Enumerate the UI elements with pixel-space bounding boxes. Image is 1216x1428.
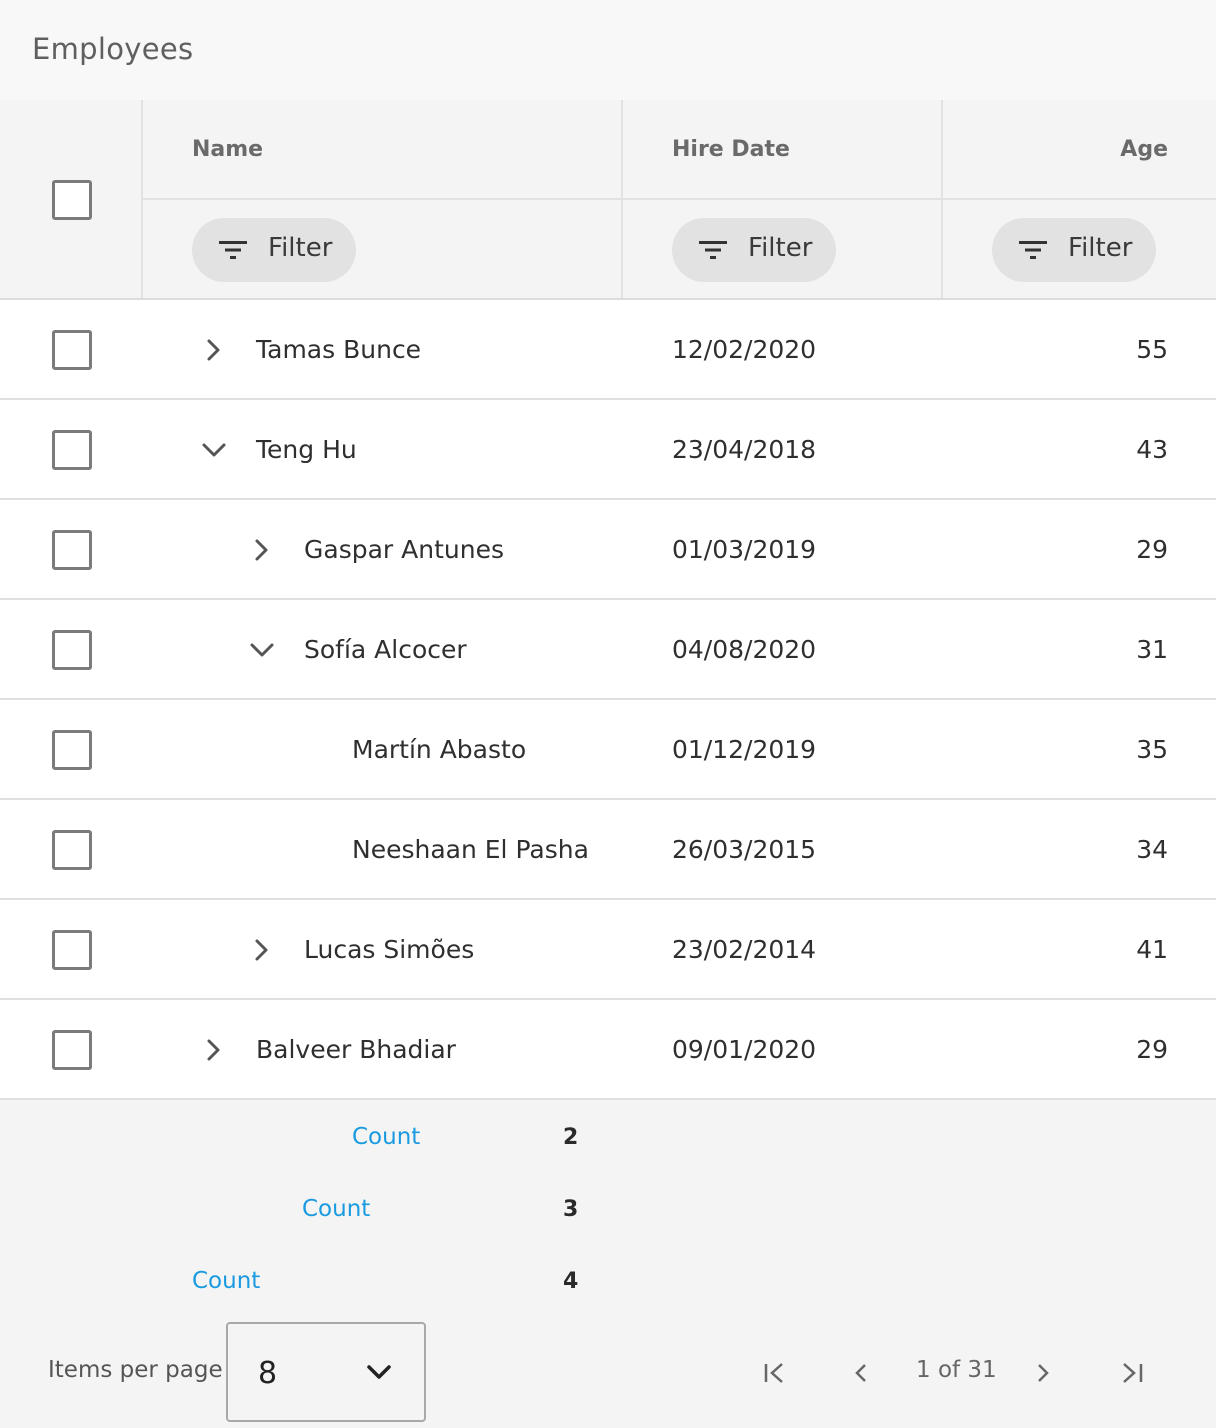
summary-count-label: Count <box>352 1124 421 1150</box>
items-per-page-label: Items per page <box>48 1357 223 1383</box>
cell-hire-date: 26/03/2015 <box>672 835 817 864</box>
chevron-down-icon <box>367 1365 391 1379</box>
column-header-hire-date: Hire Date Filter <box>623 100 943 298</box>
filter-label: Filter <box>748 233 813 263</box>
cell-name: Tamas Bunce <box>256 335 422 364</box>
chevron-down-icon[interactable] <box>248 636 276 664</box>
cell-name: Gaspar Antunes <box>304 535 504 564</box>
chevron-right-icon[interactable] <box>248 536 276 564</box>
filter-label: Filter <box>1068 233 1133 263</box>
cell-age: 34 <box>1136 835 1168 864</box>
grid-toolbar: Employees <box>0 0 1216 100</box>
cell-hire-date: 23/02/2014 <box>672 935 817 964</box>
filter-label: Filter <box>268 233 333 263</box>
first-page-icon[interactable] <box>760 1358 790 1388</box>
table-row[interactable]: Lucas Simões 23/02/2014 41 <box>0 900 1216 1000</box>
row-select-checkbox[interactable] <box>52 330 92 370</box>
items-per-page-value: 8 <box>258 1356 278 1391</box>
cell-age: 29 <box>1136 535 1168 564</box>
row-select-checkbox[interactable] <box>52 830 92 870</box>
cell-name: Neeshaan El Pasha <box>352 835 589 864</box>
row-select-checkbox[interactable] <box>52 630 92 670</box>
column-header-age: Age Filter <box>943 100 1216 298</box>
table-row[interactable]: Martín Abasto 01/12/2019 35 <box>0 700 1216 800</box>
chevron-right-icon[interactable] <box>200 336 228 364</box>
cell-age: 55 <box>1136 335 1168 364</box>
summary-area: Count 2 Count 3 Count 4 Items per page 8… <box>0 1100 1216 1428</box>
column-label-hire-date[interactable]: Hire Date <box>672 137 790 162</box>
table-row[interactable]: Sofía Alcocer 04/08/2020 31 <box>0 600 1216 700</box>
chevron-right-icon[interactable] <box>248 936 276 964</box>
cell-hire-date: 01/03/2019 <box>672 535 817 564</box>
summary-count-value: 2 <box>563 1125 579 1150</box>
filter-icon <box>699 241 727 259</box>
cell-name: Sofía Alcocer <box>304 635 467 664</box>
row-select-checkbox[interactable] <box>52 430 92 470</box>
column-label-name[interactable]: Name <box>192 137 263 162</box>
summary-count-value: 4 <box>563 1269 579 1294</box>
table-row[interactable]: Teng Hu 23/04/2018 43 <box>0 400 1216 500</box>
table-row[interactable]: Tamas Bunce 12/02/2020 55 <box>0 300 1216 400</box>
summary-count-label: Count <box>192 1268 261 1294</box>
cell-hire-date: 04/08/2020 <box>672 635 817 664</box>
column-label-age[interactable]: Age <box>1120 137 1168 162</box>
row-select-checkbox[interactable] <box>52 530 92 570</box>
row-select-checkbox[interactable] <box>52 730 92 770</box>
grid-body: Tamas Bunce 12/02/2020 55 Teng Hu 23/04/2018… <box>0 300 1216 1100</box>
cell-age: 43 <box>1136 435 1168 464</box>
cell-name: Lucas Simões <box>304 935 475 964</box>
cell-name: Martín Abasto <box>352 735 527 764</box>
filter-chip-age[interactable]: Filter <box>992 218 1156 282</box>
table-row[interactable]: Balveer Bhadiar 09/01/2020 29 <box>0 1000 1216 1100</box>
items-per-page-select[interactable]: 8 <box>226 1322 426 1422</box>
cell-name: Teng Hu <box>256 435 357 464</box>
cell-hire-date: 09/01/2020 <box>672 1035 817 1064</box>
grid-header: Name Filter Hire Date Filter Age Filter <box>0 100 1216 300</box>
row-select-checkbox[interactable] <box>52 1030 92 1070</box>
select-all-checkbox[interactable] <box>52 180 92 220</box>
summary-count-value: 3 <box>563 1197 579 1222</box>
cell-age: 41 <box>1136 935 1168 964</box>
column-header-name: Name Filter <box>143 100 623 298</box>
last-page-icon[interactable] <box>1118 1358 1148 1388</box>
table-row[interactable]: Gaspar Antunes 01/03/2019 29 <box>0 500 1216 600</box>
header-select-cell <box>0 100 143 298</box>
row-select-checkbox[interactable] <box>52 930 92 970</box>
next-page-icon[interactable] <box>1028 1358 1058 1388</box>
filter-chip-hire-date[interactable]: Filter <box>672 218 836 282</box>
cell-age: 29 <box>1136 1035 1168 1064</box>
cell-hire-date: 23/04/2018 <box>672 435 817 464</box>
chevron-right-icon[interactable] <box>200 1036 228 1064</box>
filter-icon <box>1019 241 1047 259</box>
filter-chip-name[interactable]: Filter <box>192 218 356 282</box>
page-indicator: 1 of 31 <box>916 1357 997 1383</box>
chevron-down-icon[interactable] <box>200 436 228 464</box>
cell-hire-date: 12/02/2020 <box>672 335 817 364</box>
cell-name: Balveer Bhadiar <box>256 1035 456 1064</box>
filter-icon <box>219 241 247 259</box>
cell-hire-date: 01/12/2019 <box>672 735 817 764</box>
summary-count-label: Count <box>302 1196 371 1222</box>
previous-page-icon[interactable] <box>846 1358 876 1388</box>
grid-title: Employees <box>32 32 194 66</box>
table-row[interactable]: Neeshaan El Pasha 26/03/2015 34 <box>0 800 1216 900</box>
cell-age: 31 <box>1136 635 1168 664</box>
cell-age: 35 <box>1136 735 1168 764</box>
